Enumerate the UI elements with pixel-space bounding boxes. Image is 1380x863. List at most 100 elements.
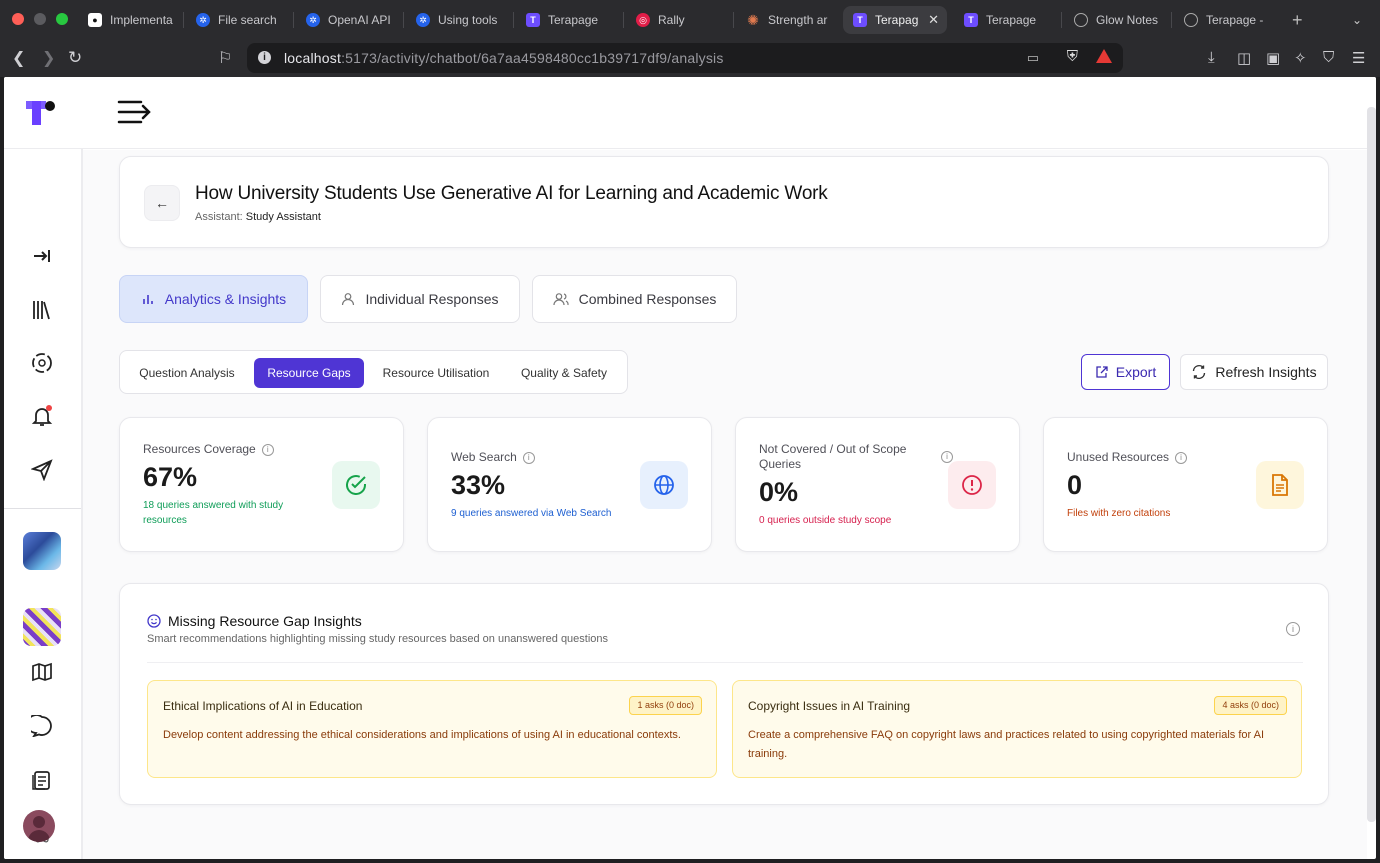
smile-icon xyxy=(147,614,161,628)
metric-subtext: 9 queries answered via Web Search xyxy=(451,508,612,519)
browser-tab[interactable]: ● Implementa xyxy=(78,6,178,34)
subtab-resource-utilisation[interactable]: Resource Utilisation xyxy=(372,358,500,388)
user-icon xyxy=(342,293,355,306)
browser-tab[interactable]: ◎ Rally xyxy=(626,6,726,34)
brave-rewards-icon[interactable] xyxy=(1096,49,1112,63)
send-icon[interactable] xyxy=(30,458,54,482)
cast-icon[interactable]: ▭ xyxy=(1027,50,1039,66)
gap-item[interactable]: Ethical Implications of AI in Education … xyxy=(147,680,717,778)
address-bar[interactable]: i localhost:5173/activity/chatbot/6a7aa4… xyxy=(247,43,1123,73)
terapage-icon: T xyxy=(526,13,540,27)
tab-individual-responses[interactable]: Individual Responses xyxy=(320,275,520,323)
menu-icon[interactable]: ☰ xyxy=(1352,49,1365,67)
notifications-bell-icon[interactable] xyxy=(30,404,54,428)
page-scrollbar[interactable] xyxy=(1367,107,1376,822)
map-icon[interactable] xyxy=(30,660,54,684)
tab-combined-responses[interactable]: Combined Responses xyxy=(532,275,737,323)
library-icon[interactable] xyxy=(30,298,54,322)
info-icon[interactable]: i xyxy=(1286,622,1300,636)
globe-icon xyxy=(1184,13,1198,27)
arrow-left-icon: ← xyxy=(155,195,169,211)
project-thumbnail[interactable] xyxy=(23,532,61,570)
analysis-header-card: ← How University Students Use Generative… xyxy=(119,156,1329,248)
subtab-resource-gaps[interactable]: Resource Gaps xyxy=(254,358,364,388)
terapage-icon: T xyxy=(964,13,978,27)
metric-card-not-covered: Not Covered / Out of Scope Queries i 0% … xyxy=(735,417,1020,552)
expand-sidebar-icon[interactable] xyxy=(30,244,54,268)
gap-badge: 4 asks (0 doc) xyxy=(1214,696,1287,715)
user-avatar[interactable] xyxy=(23,810,55,842)
export-button[interactable]: Export xyxy=(1081,354,1170,390)
documents-icon[interactable] xyxy=(30,768,54,792)
subtab-quality-safety[interactable]: Quality & Safety xyxy=(508,358,620,388)
info-icon[interactable]: i xyxy=(258,51,271,64)
analytics-icon[interactable] xyxy=(30,351,54,375)
tab-analytics-insights[interactable]: Analytics & Insights xyxy=(119,275,308,323)
download-icon[interactable]: ⤓ xyxy=(1208,49,1215,66)
section-title: Missing Resource Gap Insights xyxy=(168,613,362,629)
menu-toggle-icon[interactable] xyxy=(117,98,153,126)
tab-search-button[interactable]: ⌄ xyxy=(1342,6,1372,34)
metric-label-text: Resources Coverage xyxy=(143,442,256,456)
url-path: :5173/activity/chatbot/6a7aa4598480cc1b3… xyxy=(341,50,724,66)
file-text-icon xyxy=(1256,461,1304,509)
gap-title: Ethical Implications of AI in Education xyxy=(163,699,363,713)
new-tab-button[interactable]: + xyxy=(1282,6,1312,34)
gap-title: Copyright Issues in AI Training xyxy=(748,699,911,713)
browser-tab[interactable]: T Terapage xyxy=(954,6,1054,34)
back-arrow-icon[interactable]: ❮ xyxy=(12,48,25,68)
tab-label: Rally xyxy=(658,13,685,27)
vpn-icon[interactable]: ⛉ xyxy=(1323,49,1334,66)
gap-description: Create a comprehensive FAQ on copyright … xyxy=(748,729,1265,760)
subtab-question-analysis[interactable]: Question Analysis xyxy=(128,358,246,388)
tab-label: File search xyxy=(218,13,277,27)
browser-chrome: ● Implementa ✲ File search ✲ OpenAI API ✲ Us… xyxy=(0,0,1380,77)
globe-icon xyxy=(640,461,688,509)
info-icon[interactable]: i xyxy=(1175,451,1188,464)
export-label: Export xyxy=(1115,364,1157,380)
metric-label-text: Unused Resources xyxy=(1067,450,1170,464)
metric-value: 0% xyxy=(759,477,799,507)
close-tab-icon[interactable]: ✕ xyxy=(928,12,939,28)
browser-tab[interactable]: T Terapage xyxy=(516,6,616,34)
terapage-icon: T xyxy=(853,13,867,27)
browser-tab[interactable]: Glow Notes xyxy=(1064,6,1164,34)
leo-ai-icon[interactable]: ✧ xyxy=(1294,49,1307,67)
refresh-insights-button[interactable]: Refresh Insights xyxy=(1180,354,1328,390)
browser-tab[interactable]: Terapage - xyxy=(1174,6,1274,34)
browser-tab[interactable]: ✺ Strength ar xyxy=(736,6,836,34)
gap-insights-card: Missing Resource Gap Insights Smart reco… xyxy=(119,583,1329,805)
claude-icon: ✺ xyxy=(747,11,759,28)
sidebar-toggle-icon[interactable]: ◫ xyxy=(1237,49,1251,67)
tab-label: Terapage xyxy=(548,13,599,27)
tab-label: Terapage - xyxy=(1206,13,1264,27)
info-icon[interactable]: i xyxy=(941,451,953,463)
gap-item[interactable]: Copyright Issues in AI Training 4 asks (… xyxy=(732,680,1302,778)
metric-subtext: 0 queries outside study scope xyxy=(759,515,892,526)
browser-tab[interactable]: ✲ File search xyxy=(186,6,286,34)
info-icon[interactable]: i xyxy=(522,451,535,464)
wallet-icon[interactable]: ▣ xyxy=(1266,49,1280,67)
info-icon[interactable]: i xyxy=(261,443,274,456)
refresh-icon xyxy=(1193,364,1206,380)
alert-circle-icon xyxy=(948,461,996,509)
metric-label: Unused Resources i xyxy=(1067,450,1188,465)
project-thumbnail[interactable] xyxy=(23,608,61,646)
bar-chart-icon xyxy=(142,295,153,304)
maximize-window-button[interactable] xyxy=(56,13,68,25)
browser-tab-active[interactable]: T Terapag ✕ xyxy=(843,6,947,34)
tab-label: Terapag xyxy=(875,13,919,27)
browser-tab[interactable]: ✲ OpenAI API xyxy=(296,6,396,34)
minimize-window-button[interactable] xyxy=(34,13,46,25)
metric-subtext: 18 queries answered with study resources xyxy=(143,500,284,526)
close-window-button[interactable] xyxy=(12,13,24,25)
forward-arrow-icon[interactable]: ❯ xyxy=(42,48,55,68)
metric-label: Resources Coverage i xyxy=(143,442,274,457)
users-icon xyxy=(553,293,569,306)
brave-shield-icon[interactable]: ⛨ xyxy=(1067,48,1078,65)
browser-tab[interactable]: ✲ Using tools xyxy=(406,6,506,34)
bookmark-icon[interactable]: ⚐ xyxy=(218,48,232,68)
reload-icon[interactable]: ↻ xyxy=(68,48,82,68)
back-button[interactable]: ← xyxy=(144,185,180,221)
chat-bubble-icon[interactable] xyxy=(30,714,54,738)
